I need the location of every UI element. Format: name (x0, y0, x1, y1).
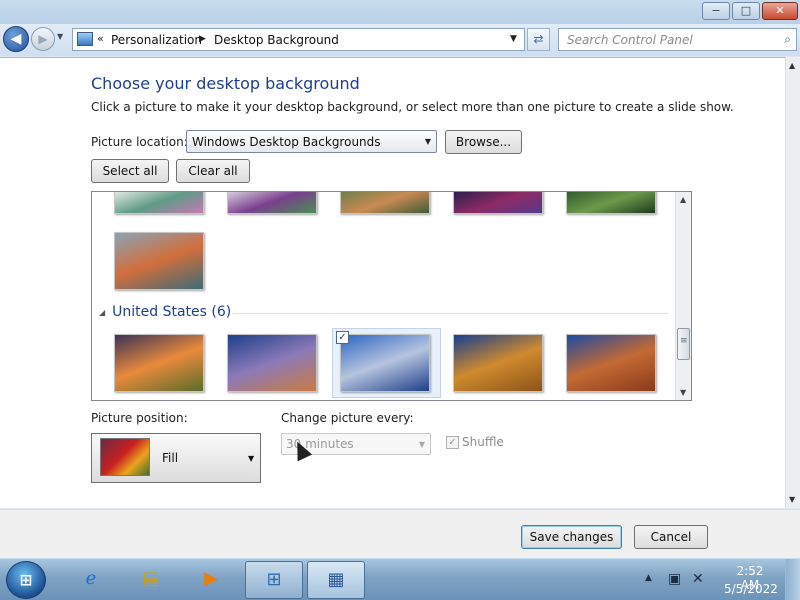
collapse-caret-icon[interactable]: ◢ (99, 308, 105, 317)
us-hay-bale-thumbnail[interactable] (453, 334, 543, 392)
taskbar: ⊞ ℯ ▤ ▶ ⊞ ▦ ▲ ▣ ✕ 2:52 AM 5/5/2022 (0, 558, 800, 600)
back-button[interactable]: ◀ (3, 26, 29, 52)
picture-location-label: Picture location: (91, 135, 188, 149)
content-pane: Choose your desktop background Click a p… (0, 57, 785, 508)
us-sunset-fields-thumbnail[interactable] (114, 334, 204, 392)
save-changes-button[interactable]: Save changes (521, 525, 622, 549)
picture-position-select[interactable]: Fill ▼ (91, 433, 261, 483)
shuffle-label: Shuffle (462, 435, 504, 449)
group-header-united-states[interactable]: ◢ United States (6) (99, 304, 231, 320)
scroll-up-icon[interactable]: ▲ (789, 61, 795, 70)
breadcrumb-personalization[interactable]: Personalization (111, 33, 202, 47)
address-bar[interactable]: « Personalization ▶ Desktop Background ▼ (72, 28, 525, 51)
chevron-down-icon: ▼ (418, 440, 425, 449)
picture-location-select[interactable]: Windows Desktop Backgrounds ▼ (186, 130, 437, 153)
title-bar[interactable]: − □ ✕ (0, 0, 800, 24)
chevron-down-icon: ▼ (248, 454, 255, 463)
search-placeholder: Search Control Panel (567, 33, 693, 47)
position-preview-image (100, 438, 150, 476)
windows-logo-icon[interactable]: ⊞ (245, 561, 303, 599)
group-name: United States (6) (112, 304, 232, 320)
maximize-button[interactable]: □ (732, 2, 760, 20)
picture-position-label: Picture position: (91, 411, 188, 425)
browse-button[interactable]: Browse... (445, 130, 522, 154)
group-divider (232, 313, 668, 314)
minimize-button[interactable]: − (702, 2, 730, 20)
scroll-down-icon[interactable]: ▼ (789, 495, 795, 504)
forward-button[interactable]: ▶ (31, 27, 55, 51)
media-player-icon[interactable]: ▶ (182, 561, 240, 599)
refresh-button[interactable]: ⇄ (527, 28, 550, 51)
breadcrumb-separator-icon[interactable]: ▶ (199, 34, 206, 44)
close-button[interactable]: ✕ (762, 2, 798, 20)
clear-all-button[interactable]: Clear all (176, 159, 250, 183)
start-button[interactable]: ⊞ (6, 561, 46, 599)
wallpaper-gallery: ◢ United States (6) ✓ ▲ ▼ (91, 191, 692, 401)
thumbnail-checkbox[interactable]: ✓ (336, 331, 349, 344)
breadcrumb-desktop-background[interactable]: Desktop Background (214, 33, 339, 47)
control-panel-taskbar-icon[interactable]: ▦ (307, 561, 365, 599)
cancel-button[interactable]: Cancel (634, 525, 708, 549)
navigation-bar: ◀ ▶ ▼ « Personalization ▶ Desktop Backgr… (0, 24, 800, 56)
file-explorer-icon[interactable]: ▤ (122, 561, 180, 599)
show-desktop-button[interactable] (785, 559, 800, 600)
wallpaper-thumbnail[interactable] (453, 192, 543, 214)
control-panel-icon (77, 32, 93, 46)
clock-date[interactable]: 5/5/2022 (724, 582, 778, 596)
us-rock-reflection-thumbnail[interactable] (340, 334, 430, 392)
wallpaper-thumbnail[interactable] (340, 192, 430, 214)
content-scrollbar[interactable]: ▲ ▼ (785, 57, 800, 508)
scroll-down-icon[interactable]: ▼ (680, 388, 686, 397)
internet-explorer-icon[interactable]: ℯ (62, 561, 120, 599)
scrollbar-thumb[interactable] (677, 328, 690, 360)
search-icon[interactable]: ⌕ (784, 32, 791, 47)
show-hidden-icons-icon[interactable]: ▲ (645, 573, 652, 583)
chevron-down-icon: ▼ (424, 137, 431, 146)
page-subtitle: Click a picture to make it your desktop … (91, 100, 734, 114)
change-picture-label: Change picture every: (281, 411, 414, 425)
wallpaper-thumbnail[interactable] (227, 192, 317, 214)
picture-position-value: Fill (162, 451, 179, 465)
us-delicate-arch-thumbnail[interactable] (566, 334, 656, 392)
button-bar: Save changes Cancel (0, 509, 800, 558)
wallpaper-thumbnail[interactable] (114, 232, 204, 290)
select-all-button[interactable]: Select all (91, 159, 169, 183)
volume-muted-icon[interactable]: ✕ (692, 571, 704, 587)
address-dropdown-icon[interactable]: ▼ (510, 34, 517, 44)
us-lighthouse-thumbnail[interactable] (227, 334, 317, 392)
picture-location-value: Windows Desktop Backgrounds (192, 135, 381, 149)
shuffle-checkbox[interactable]: ✓ (446, 436, 459, 449)
wallpaper-thumbnail[interactable] (114, 192, 204, 214)
wallpaper-thumbnail[interactable] (566, 192, 656, 214)
scroll-up-icon[interactable]: ▲ (680, 195, 686, 204)
gallery-scrollbar[interactable]: ▲ ▼ (675, 192, 691, 400)
page-title: Choose your desktop background (91, 74, 360, 93)
breadcrumb-overflow-icon[interactable]: « (97, 32, 104, 45)
network-icon[interactable]: ▣ (668, 571, 681, 587)
recent-pages-dropdown[interactable]: ▼ (57, 32, 67, 41)
control-panel-window: − □ ✕ ◀ ▶ ▼ « Personalization ▶ Desktop … (0, 0, 800, 558)
search-input[interactable]: Search Control Panel ⌕ (558, 28, 797, 51)
